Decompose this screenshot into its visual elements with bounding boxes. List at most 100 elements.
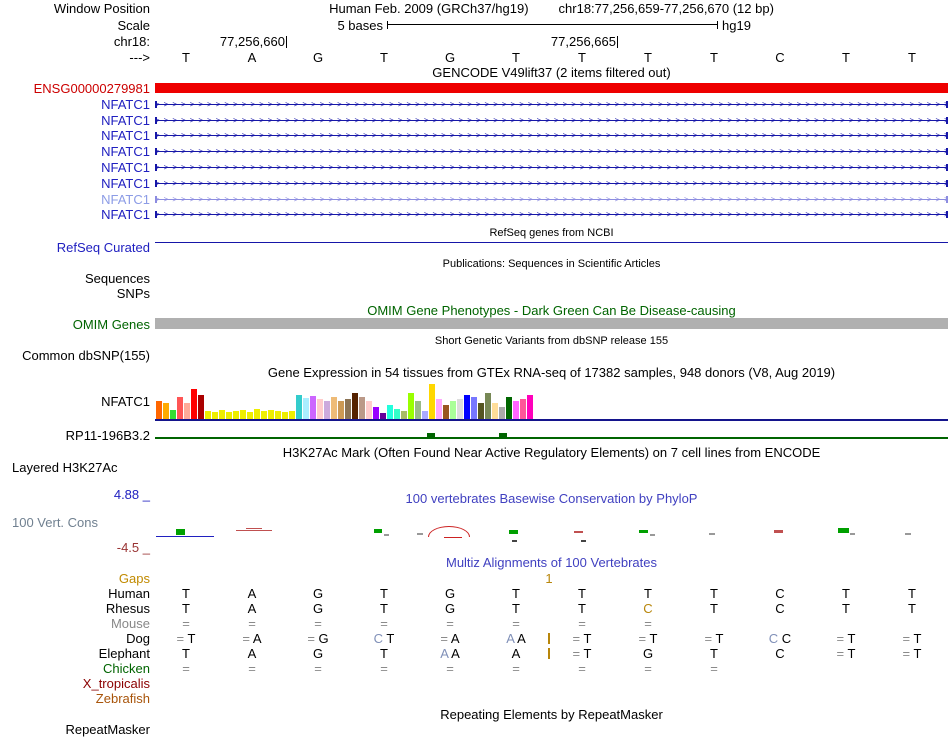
gtex-bar[interactable] — [275, 411, 281, 419]
gtex-bar[interactable] — [471, 397, 477, 419]
gtex-bar[interactable] — [184, 403, 190, 419]
dbsnp-label[interactable]: Common dbSNP(155) — [0, 348, 150, 363]
gtex-bar[interactable] — [408, 393, 414, 419]
gtex-bar[interactable] — [513, 401, 519, 419]
gtex-bar[interactable] — [247, 412, 253, 419]
gtex-bar[interactable] — [254, 409, 260, 419]
gtex-bar[interactable] — [499, 407, 505, 419]
gtex-bar[interactable] — [296, 395, 302, 419]
rp11-exon[interactable] — [499, 433, 507, 437]
gene-label[interactable]: NFATC1 — [0, 113, 150, 128]
gene-label[interactable]: NFATC1 — [0, 144, 150, 159]
gtex-bar[interactable] — [261, 411, 267, 419]
h3k27ac-label[interactable]: Layered H3K27Ac — [12, 460, 118, 475]
gtex-bar[interactable] — [240, 410, 246, 419]
refseq-track-title[interactable]: RefSeq genes from NCBI — [155, 226, 948, 240]
gtex-bar[interactable] — [219, 410, 225, 419]
gene-label[interactable]: NFATC1 — [0, 97, 150, 112]
gtex-track-title[interactable]: Gene Expression in 54 tissues from GTEx … — [155, 366, 948, 380]
gtex-bar[interactable] — [156, 401, 162, 419]
gtex-bar[interactable] — [520, 399, 526, 419]
gene-transcript-row[interactable]: >>>>>>>>>>>>>>>>>>>>>>>>>>>>>>>>>>>>>>>>… — [155, 192, 948, 207]
omim-genes-label[interactable]: OMIM Genes — [0, 317, 150, 332]
gtex-bar[interactable] — [415, 401, 421, 419]
gtex-bar[interactable] — [177, 397, 183, 419]
gtex-bar[interactable] — [527, 395, 533, 419]
snps-label[interactable]: SNPs — [0, 286, 150, 301]
species-label[interactable]: Human — [0, 586, 150, 601]
gtex-bar[interactable] — [457, 399, 463, 419]
gtex-bar[interactable] — [485, 393, 491, 419]
gtex-bar[interactable] — [443, 405, 449, 419]
gtex-bar[interactable] — [163, 403, 169, 419]
gtex-bar[interactable] — [289, 411, 295, 419]
phylop-track-title[interactable]: 100 vertebrates Basewise Conservation by… — [155, 492, 948, 506]
gtex-bar[interactable] — [317, 399, 323, 419]
gtex-bar[interactable] — [450, 401, 456, 419]
gene-label[interactable]: NFATC1 — [0, 192, 150, 207]
gtex-bar[interactable] — [359, 397, 365, 419]
gtex-bar[interactable] — [394, 409, 400, 419]
gtex-bar[interactable] — [303, 398, 309, 419]
publications-track-title[interactable]: Publications: Sequences in Scientific Ar… — [155, 257, 948, 271]
gtex-bar[interactable] — [212, 412, 218, 419]
gtex-bar[interactable] — [198, 395, 204, 419]
species-label[interactable]: Chicken — [0, 661, 150, 676]
gtex-bar[interactable] — [191, 389, 197, 419]
sequences-label[interactable]: Sequences — [0, 271, 150, 286]
gene-transcript-row[interactable]: >>>>>>>>>>>>>>>>>>>>>>>>>>>>>>>>>>>>>>>>… — [155, 207, 948, 222]
gtex-bar[interactable] — [401, 411, 407, 419]
gene-transcript-row[interactable]: >>>>>>>>>>>>>>>>>>>>>>>>>>>>>>>>>>>>>>>>… — [155, 176, 948, 191]
multiz-track-title[interactable]: Multiz Alignments of 100 Vertebrates — [155, 556, 948, 570]
gene-transcript-row[interactable]: >>>>>>>>>>>>>>>>>>>>>>>>>>>>>>>>>>>>>>>>… — [155, 128, 948, 143]
ensg-label[interactable]: ENSG00000279981 — [0, 81, 150, 96]
gtex-gene-label[interactable]: NFATC1 — [0, 394, 150, 409]
rp11-exon[interactable] — [427, 433, 435, 437]
species-label[interactable]: Zebrafish — [0, 691, 150, 706]
gtex-bar[interactable] — [331, 397, 337, 419]
gtex-bar[interactable] — [282, 412, 288, 419]
species-label[interactable]: Mouse — [0, 616, 150, 631]
gtex-bar[interactable] — [429, 384, 435, 419]
gene-label[interactable]: NFATC1 — [0, 207, 150, 222]
gtex-bar[interactable] — [387, 405, 393, 419]
h3k27ac-track-title[interactable]: H3K27Ac Mark (Often Found Near Active Re… — [155, 446, 948, 460]
gene-transcript-row[interactable]: >>>>>>>>>>>>>>>>>>>>>>>>>>>>>>>>>>>>>>>>… — [155, 97, 948, 112]
rp11-track-line[interactable] — [155, 437, 948, 439]
gene-transcript-row[interactable]: >>>>>>>>>>>>>>>>>>>>>>>>>>>>>>>>>>>>>>>>… — [155, 160, 948, 175]
gencode-track-title[interactable]: GENCODE V49lift37 (2 items filtered out) — [155, 66, 948, 80]
dbsnp-track-title[interactable]: Short Genetic Variants from dbSNP releas… — [155, 334, 948, 348]
gtex-bar[interactable] — [268, 410, 274, 419]
gtex-bar[interactable] — [345, 399, 351, 419]
species-label[interactable]: Dog — [0, 631, 150, 646]
species-label[interactable]: Elephant — [0, 646, 150, 661]
gtex-bar[interactable] — [226, 412, 232, 419]
gtex-bar[interactable] — [233, 411, 239, 419]
omim-genes-bar[interactable] — [155, 318, 948, 329]
gtex-bar[interactable] — [310, 396, 316, 419]
gene-transcript-row[interactable]: >>>>>>>>>>>>>>>>>>>>>>>>>>>>>>>>>>>>>>>>… — [155, 144, 948, 159]
gtex-bar[interactable] — [373, 407, 379, 419]
species-label[interactable]: X_tropicalis — [0, 676, 150, 691]
gene-label[interactable]: NFATC1 — [0, 160, 150, 175]
gtex-bar[interactable] — [506, 397, 512, 419]
gtex-bar[interactable] — [422, 411, 428, 419]
ensg-gene-bar[interactable] — [155, 83, 948, 93]
species-label[interactable]: Rhesus — [0, 601, 150, 616]
gtex-bar[interactable] — [324, 401, 330, 419]
gtex-bar[interactable] — [205, 411, 211, 419]
omim-track-title[interactable]: OMIM Gene Phenotypes - Dark Green Can Be… — [155, 304, 948, 318]
species-label[interactable]: Gaps — [0, 571, 150, 586]
refseq-curated-track[interactable] — [155, 242, 948, 243]
gene-label[interactable]: NFATC1 — [0, 128, 150, 143]
gene-transcript-row[interactable]: >>>>>>>>>>>>>>>>>>>>>>>>>>>>>>>>>>>>>>>>… — [155, 113, 948, 128]
gtex-bar[interactable] — [492, 403, 498, 419]
gtex-bar[interactable] — [436, 399, 442, 419]
gtex-bar[interactable] — [366, 401, 372, 419]
repeatmasker-label[interactable]: RepeatMasker — [0, 722, 150, 737]
refseq-curated-label[interactable]: RefSeq Curated — [0, 240, 150, 255]
gtex-bar[interactable] — [352, 393, 358, 419]
gtex-bar[interactable] — [478, 403, 484, 419]
repeatmasker-track-title[interactable]: Repeating Elements by RepeatMasker — [155, 708, 948, 722]
rp11-label[interactable]: RP11-196B3.2 — [0, 428, 150, 443]
